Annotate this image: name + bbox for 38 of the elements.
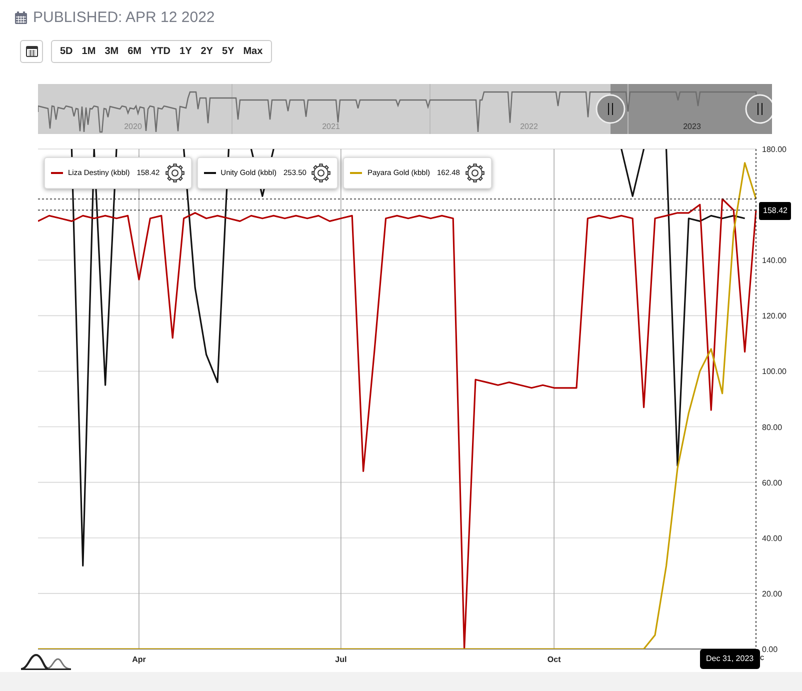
axis-label: Jul bbox=[335, 655, 347, 664]
date-tooltip: Dec 31, 2023 bbox=[700, 649, 760, 669]
range-button[interactable]: 5Y bbox=[218, 42, 238, 60]
range-handle[interactable] bbox=[596, 94, 626, 124]
axis-label: 20.00 bbox=[762, 589, 782, 598]
range-button[interactable]: 1Y bbox=[176, 42, 196, 60]
axis-label: Apr bbox=[132, 655, 146, 664]
axis-label: 0.00 bbox=[762, 645, 778, 654]
range-button[interactable]: 5D bbox=[56, 42, 77, 60]
settings-icon[interactable] bbox=[164, 163, 185, 183]
value-label: 158.42 bbox=[759, 202, 792, 220]
range-button[interactable]: 1M bbox=[78, 42, 100, 60]
axis-label: 40.00 bbox=[762, 534, 782, 543]
axis-label: 140.00 bbox=[762, 256, 786, 266]
range-handle[interactable] bbox=[745, 94, 772, 124]
axis-label: 120.00 bbox=[762, 312, 786, 321]
year-label: 2020 bbox=[124, 122, 142, 131]
settings-icon[interactable] bbox=[311, 163, 332, 183]
range-button[interactable]: 6M bbox=[124, 42, 146, 60]
range-button[interactable]: 3M bbox=[100, 42, 123, 60]
range-button[interactable]: YTD bbox=[146, 42, 175, 60]
axis-label: c bbox=[760, 652, 764, 664]
axis-label: Oct bbox=[547, 655, 561, 664]
axis-label: 60.00 bbox=[762, 478, 782, 488]
range-button[interactable]: 2Y bbox=[196, 42, 217, 60]
calendar-icon bbox=[26, 45, 38, 57]
date-picker-button[interactable] bbox=[20, 40, 43, 62]
range-button[interactable]: Max bbox=[239, 42, 267, 60]
logo-icon bbox=[20, 652, 72, 670]
axis-label: 180.00 bbox=[762, 145, 786, 154]
year-label: 2021 bbox=[322, 122, 340, 131]
axis-label: 80.00 bbox=[762, 422, 782, 432]
axis-label: 100.00 bbox=[762, 367, 786, 376]
year-label: 2022 bbox=[520, 122, 538, 131]
settings-icon[interactable] bbox=[464, 163, 485, 183]
calendar-icon bbox=[14, 11, 28, 25]
published-date: PUBLISHED: APR 12 2022 bbox=[33, 8, 215, 28]
year-label: 2023 bbox=[683, 122, 701, 131]
